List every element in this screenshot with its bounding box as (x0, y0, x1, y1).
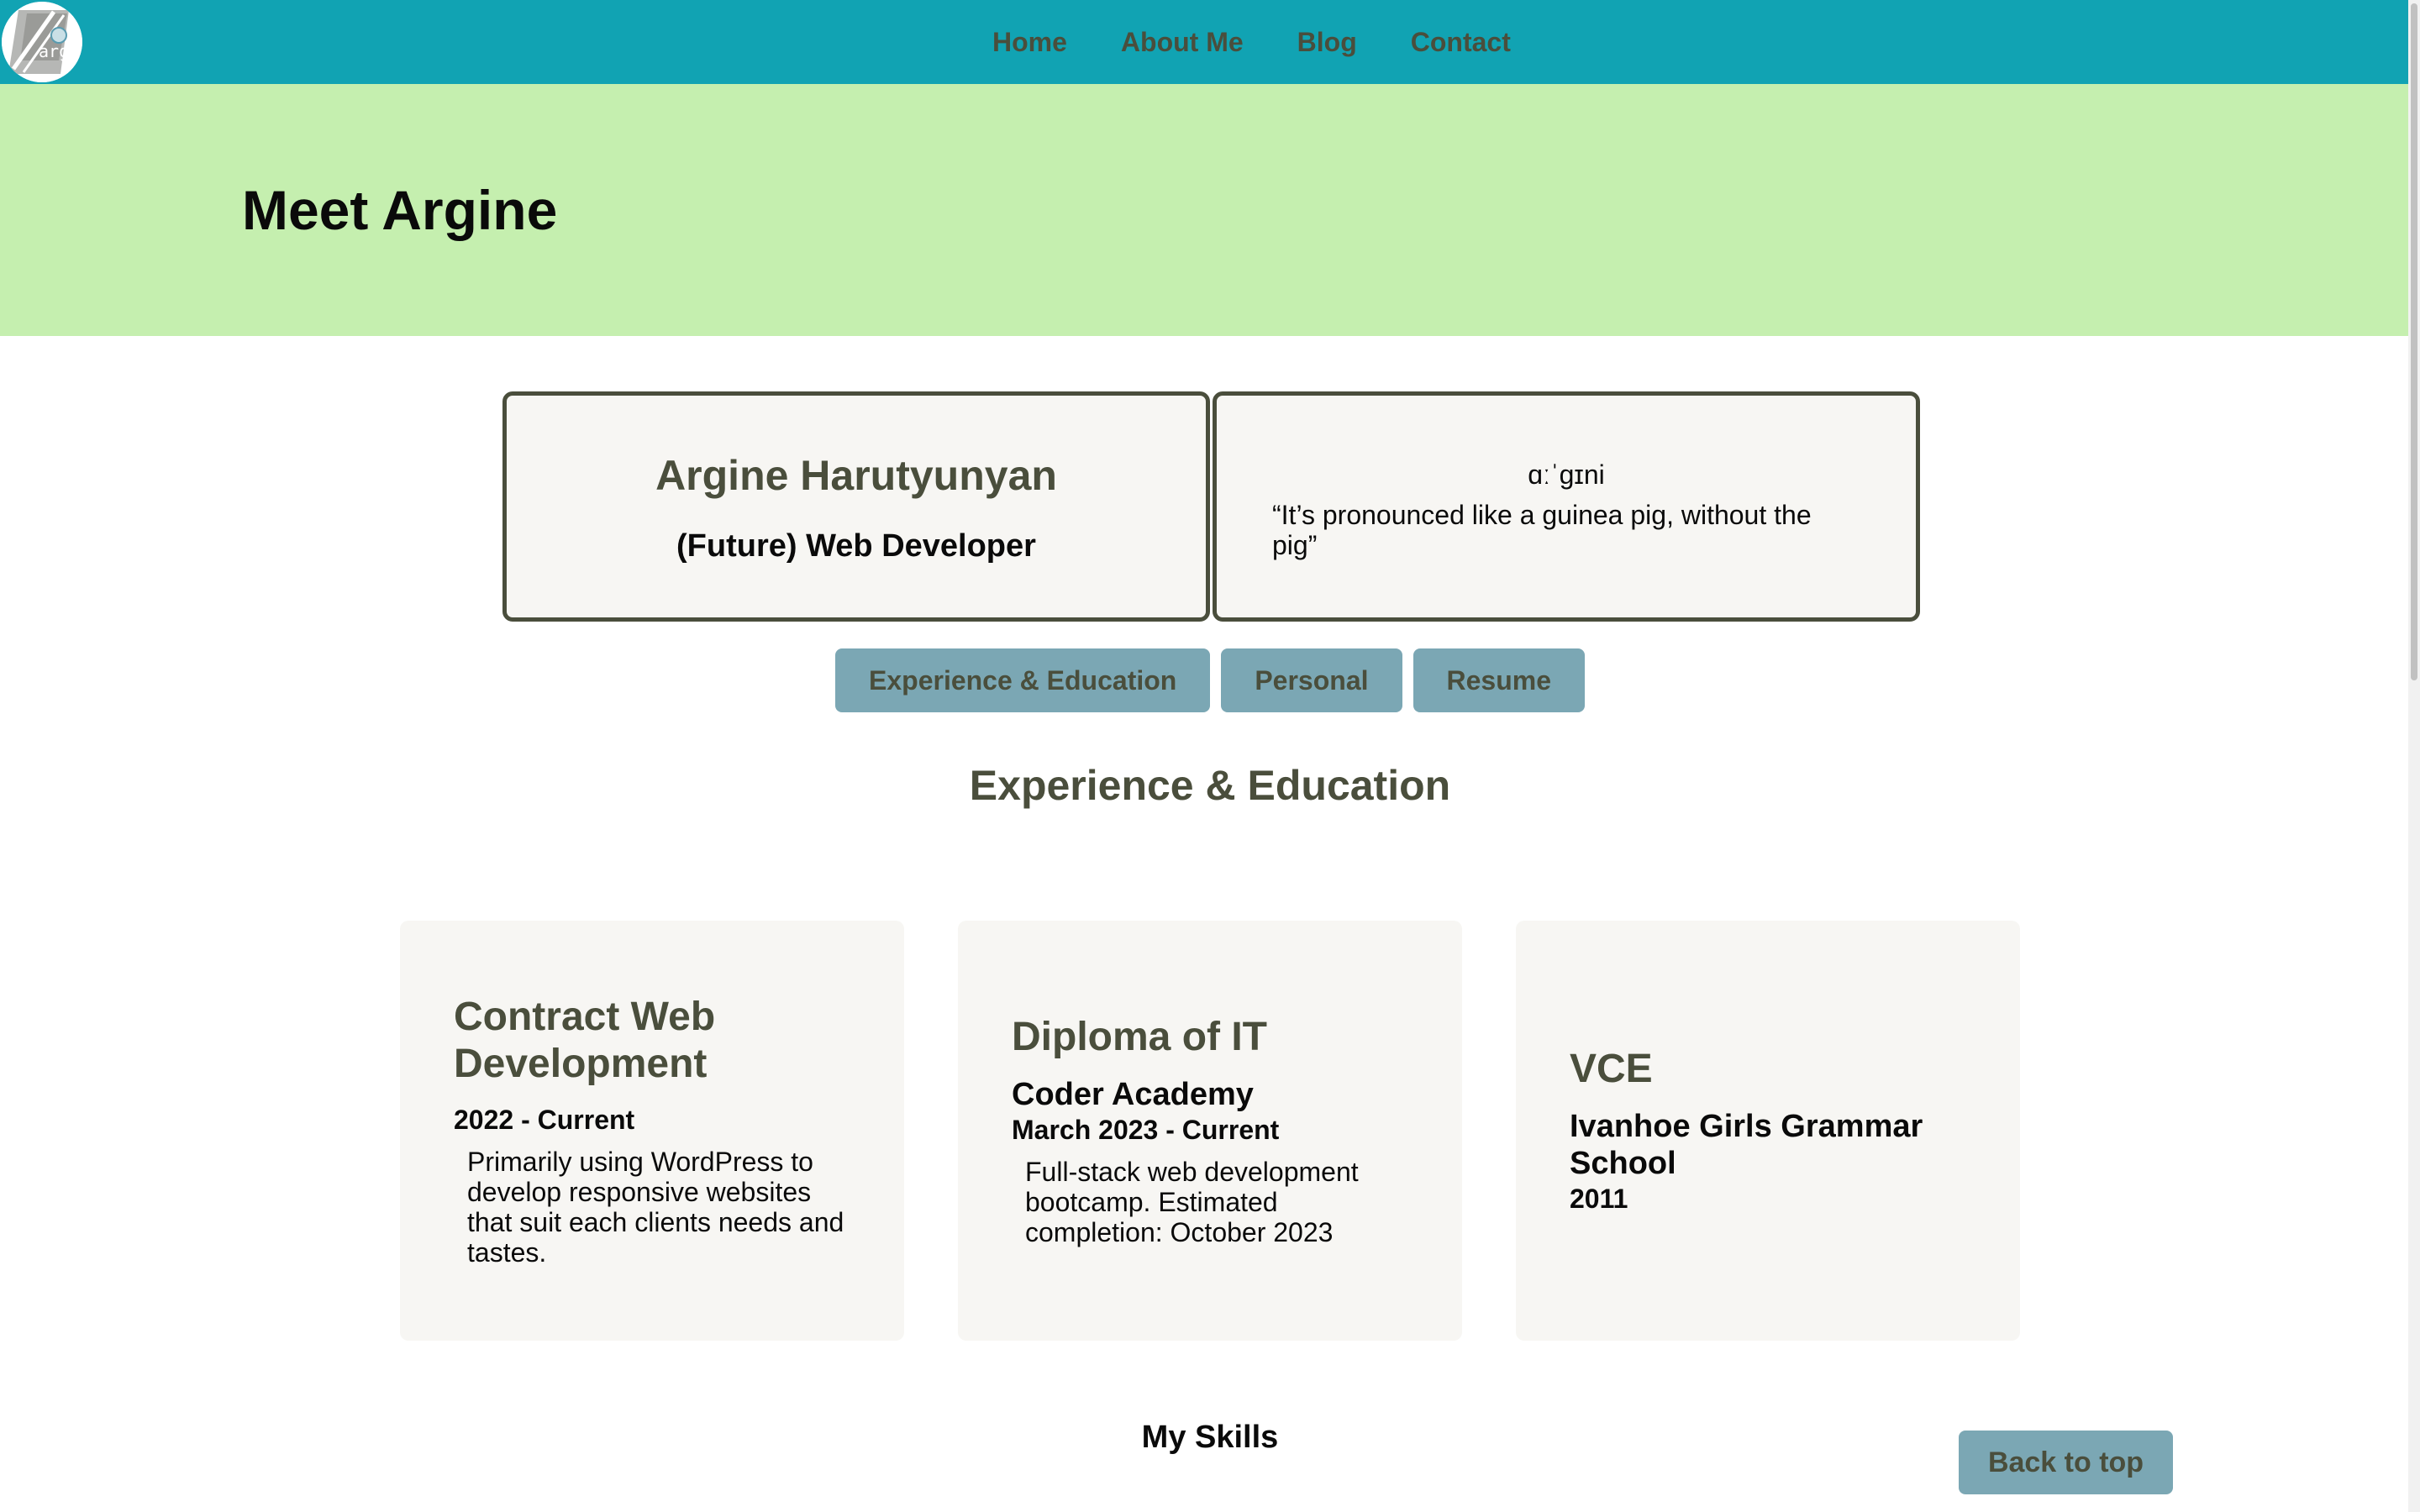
intro-name: Argine Harutyunyan (655, 452, 1057, 499)
pronunciation-quote: “It’s pronounced like a guinea pig, with… (1272, 500, 1812, 560)
scrollbar-thumb[interactable] (2411, 3, 2417, 680)
section-title: Experience & Education (969, 762, 1451, 809)
tab-experience-education[interactable]: Experience & Education (835, 648, 1211, 712)
site-logo[interactable]: arg (2, 2, 82, 82)
experience-date: 2022 - Current (454, 1105, 635, 1135)
experience-title: Contract Web Development (454, 995, 716, 1086)
logo-text: arg (39, 41, 69, 61)
nav-link-about-me[interactable]: About Me (1121, 27, 1244, 58)
page-title: Meet Argine (242, 179, 558, 241)
experience-description: Full-stack web development bootcamp. Est… (1025, 1157, 1359, 1247)
navbar: arg Home About Me Blog Contact (0, 0, 2420, 84)
experience-title: VCE (1570, 1047, 1653, 1091)
experience-date: March 2023 - Current (1012, 1115, 1280, 1145)
experience-date: 2011 (1570, 1184, 1628, 1214)
pronunciation: ɑːˈɡɪni (1528, 459, 1605, 490)
intro-name-card: Argine Harutyunyan (Future) Web Develope… (502, 391, 1210, 622)
intro-role: (Future) Web Developer (676, 528, 1036, 564)
nav-link-home[interactable]: Home (992, 27, 1067, 58)
hero-banner: Meet Argine (0, 84, 2420, 336)
experience-organization: Ivanhoe Girls Grammar School (1570, 1109, 1923, 1181)
experience-card: VCE Ivanhoe Girls Grammar School 2011 (1516, 921, 2020, 1341)
experience-card: Contract Web Development 2022 - Current … (400, 921, 904, 1341)
experience-organization: Coder Academy (1012, 1077, 1254, 1112)
logo-icon: arg (2, 2, 82, 82)
main-nav: Home About Me Blog Contact (992, 0, 1511, 84)
experience-description: Primarily using WordPress to develop res… (467, 1147, 844, 1268)
tab-resume[interactable]: Resume (1413, 648, 1585, 712)
page-scrollbar[interactable] (2408, 0, 2420, 1512)
intro-pronunciation-card: ɑːˈɡɪni “It’s pronounced like a guinea p… (1213, 391, 1920, 622)
page: arg Home About Me Blog Contact Meet Argi… (0, 0, 2420, 1512)
nav-link-contact[interactable]: Contact (1411, 27, 1511, 58)
nav-link-blog[interactable]: Blog (1297, 27, 1357, 58)
about-tabs: Experience & Education Personal Resume (835, 648, 1585, 712)
experience-card: Diploma of IT Coder Academy March 2023 -… (958, 921, 1462, 1341)
back-to-top-button[interactable]: Back to top (1959, 1431, 2173, 1494)
experience-title: Diploma of IT (1012, 1015, 1267, 1059)
tab-personal[interactable]: Personal (1221, 648, 1402, 712)
